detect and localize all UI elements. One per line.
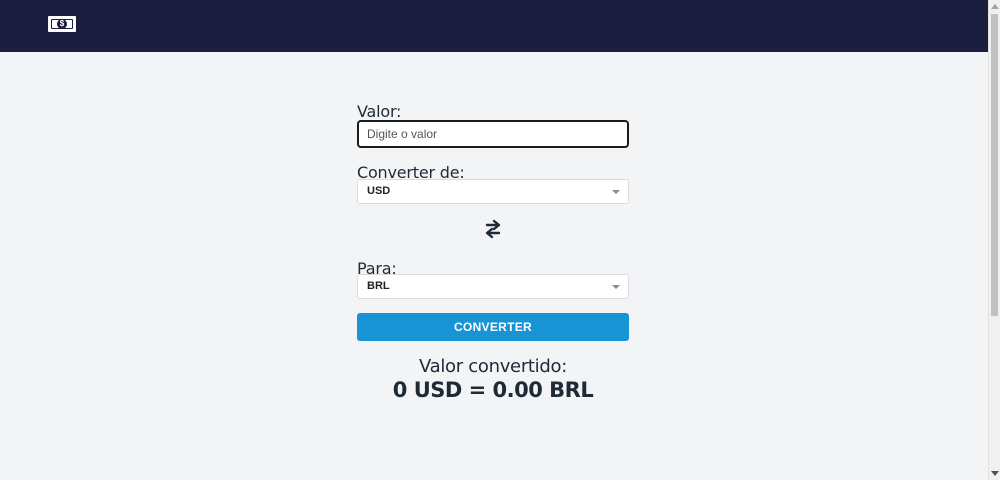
top-navbar: $ xyxy=(0,0,988,52)
from-currency-select[interactable]: USD xyxy=(357,179,629,204)
page-scrollbar[interactable] xyxy=(988,0,1000,480)
chevron-down-icon xyxy=(612,190,620,194)
result-title: Valor convertido: xyxy=(419,356,567,377)
bill-coin: $ xyxy=(57,18,67,29)
scroll-down-icon[interactable] xyxy=(991,471,999,476)
scroll-up-icon[interactable] xyxy=(991,4,999,9)
to-currency-value: BRL xyxy=(367,280,390,292)
swap-arrows-icon[interactable] xyxy=(484,219,502,239)
result-value: 0 USD = 0.00 BRL xyxy=(392,378,594,402)
scrollbar-thumb[interactable] xyxy=(991,14,998,316)
chevron-down-icon xyxy=(612,285,620,289)
to-currency-select[interactable]: BRL xyxy=(357,274,629,299)
amount-label: Valor: xyxy=(357,102,402,121)
from-currency-value: USD xyxy=(367,185,391,197)
money-bill-icon[interactable]: $ xyxy=(48,16,76,32)
convert-button[interactable]: CONVERTER xyxy=(357,313,629,341)
amount-input[interactable] xyxy=(357,120,629,148)
